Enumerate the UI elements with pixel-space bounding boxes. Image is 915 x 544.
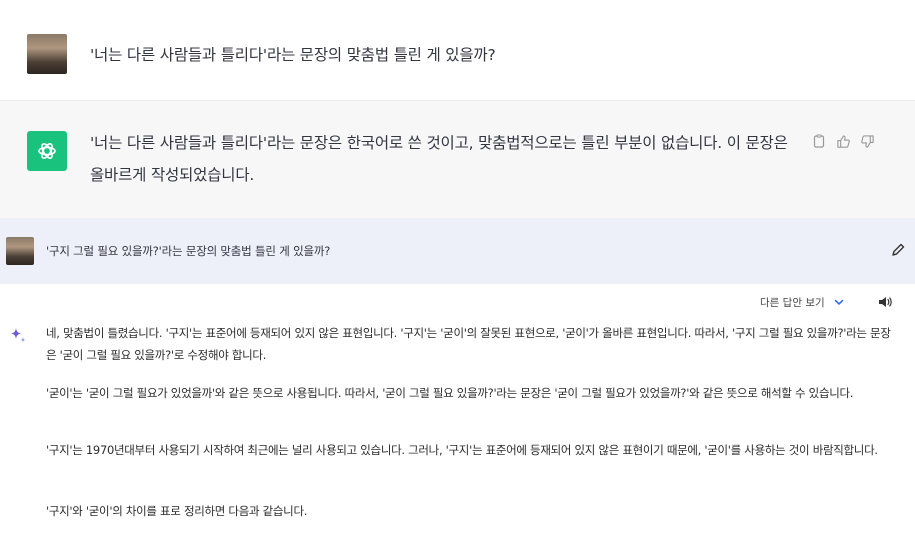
answer-paragraph: '구지'는 1970년대부터 사용되기 시작하여 최근에는 널리 사용되고 있습… <box>46 443 878 457</box>
thumbs-down-icon[interactable] <box>859 133 875 149</box>
user-avatar <box>27 34 67 74</box>
user-message-text: '너는 다른 사람들과 틀리다'라는 문장의 맞춤법 틀린 게 있을까? <box>90 46 496 64</box>
speaker-icon[interactable] <box>877 294 893 310</box>
assistant-message-row-1: '너는 다른 사람들과 틀리다'라는 문장은 한국어로 쓴 것이고, 맞춤법적으… <box>0 100 915 219</box>
assistant-message-row-2: 다른 답안 보기 네, 맞춤법이 틀렸습니다. '구지'는 표준어에 등재되어 … <box>0 284 915 544</box>
copy-icon[interactable] <box>811 133 827 149</box>
sparkle-icon <box>8 326 28 346</box>
user-message-text: '구지 그럴 필요 있을까?'라는 문장의 맞춤법 틀린 게 있을까? <box>46 244 331 258</box>
user-message-row-2: '구지 그럴 필요 있을까?'라는 문장의 맞춤법 틀린 게 있을까? <box>0 218 915 284</box>
other-answers-link[interactable]: 다른 답안 보기 <box>760 295 825 310</box>
answer-paragraph: 네, 맞춤법이 틀렸습니다. '구지'는 표준어에 등재되어 있지 않은 표현입… <box>46 326 891 362</box>
chevron-down-icon[interactable] <box>833 296 845 308</box>
openai-logo-icon <box>27 131 67 171</box>
answer-paragraph: '구지'와 '굳이'의 차이를 표로 정리하면 다음과 같습니다. <box>46 504 308 518</box>
user-message-row-1: '너는 다른 사람들과 틀리다'라는 문장의 맞춤법 틀린 게 있을까? <box>0 10 915 100</box>
thumbs-up-icon[interactable] <box>835 133 851 149</box>
answer-paragraph: '굳이'는 '굳이 그럴 필요가 있었을까'와 같은 뜻으로 사용됩니다. 따라… <box>46 386 854 400</box>
user-avatar <box>6 237 34 265</box>
pencil-icon[interactable] <box>890 242 906 258</box>
message-actions <box>811 133 875 149</box>
assistant-message-text: '너는 다른 사람들과 틀리다'라는 문장은 한국어로 쓴 것이고, 맞춤법적으… <box>90 134 788 184</box>
response-toolbar: 다른 답안 보기 <box>760 294 893 310</box>
